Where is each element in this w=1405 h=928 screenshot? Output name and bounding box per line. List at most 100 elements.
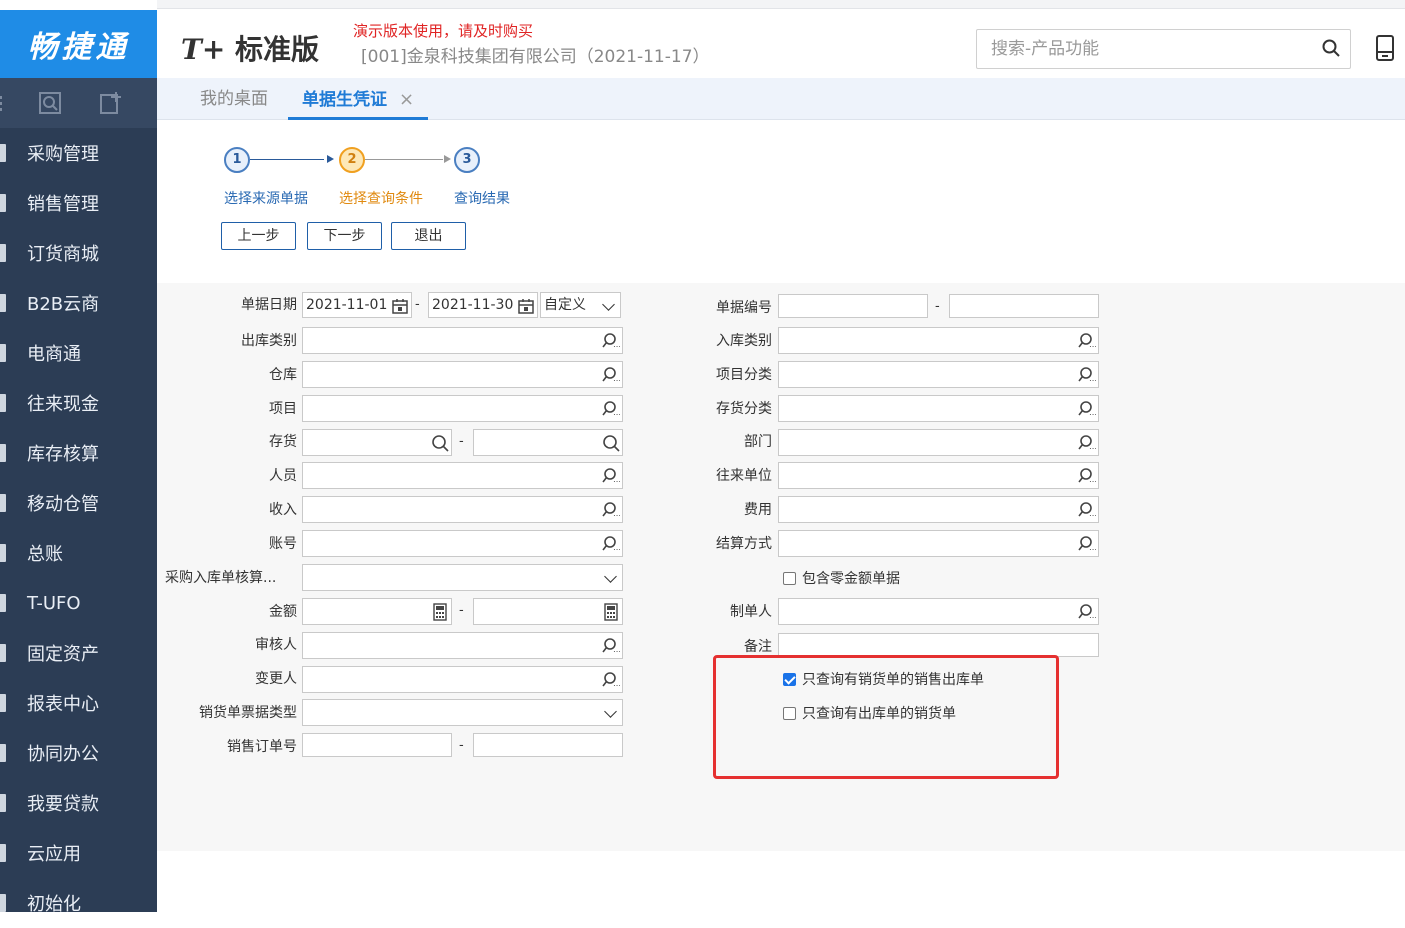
sidebar-item-init[interactable]: 初始化	[0, 878, 157, 928]
only-sales-out-checkbox[interactable]: 只查询有销货单的销售出库单	[783, 669, 984, 689]
remark-field[interactable]	[778, 633, 1099, 657]
staff-field[interactable]: ⋯	[302, 462, 623, 489]
partner-field[interactable]: ⋯	[778, 462, 1099, 489]
project-cat-field[interactable]: ⋯	[778, 361, 1099, 388]
lookup-icon[interactable]: ⋯	[1078, 535, 1096, 553]
inventory-to-field[interactable]	[473, 429, 623, 456]
exit-button[interactable]: 退出	[391, 222, 466, 250]
date-mode-select[interactable]: 自定义	[540, 292, 621, 318]
browser-bar	[157, 0, 1405, 9]
zero-amount-checkbox[interactable]: 包含零金额单据	[783, 568, 900, 588]
lookup-icon[interactable]: ⋯	[602, 400, 620, 418]
lookup-icon[interactable]: ⋯	[602, 671, 620, 689]
chevron-down-icon	[604, 570, 617, 583]
tab-voucher[interactable]: 单据生凭证 ×	[288, 78, 429, 120]
sidebar-item-inventory-accounting[interactable]: 库存核算	[0, 428, 157, 478]
checkbox-box[interactable]	[783, 706, 796, 720]
demo-notice[interactable]: 演示版本使用，请及时购买	[353, 20, 533, 41]
device-icon[interactable]	[1375, 35, 1395, 61]
inventory-cat-field[interactable]: ⋯	[778, 395, 1099, 422]
sidebar-item-tufo[interactable]: T-UFO	[0, 578, 157, 628]
lookup-icon[interactable]: ⋯	[602, 467, 620, 485]
in-type-field[interactable]: ⋯	[778, 327, 1099, 354]
purchase-check-select[interactable]	[302, 564, 623, 591]
checkbox-label: 包含零金额单据	[802, 571, 900, 587]
menu-icon[interactable]	[0, 92, 16, 114]
inventory-from-field[interactable]	[302, 429, 452, 456]
calendar-icon[interactable]	[391, 297, 409, 315]
calculator-icon[interactable]	[431, 603, 449, 621]
lookup-icon[interactable]: ⋯	[1078, 603, 1096, 621]
lookup-icon[interactable]: ⋯	[602, 501, 620, 519]
main-content: 1 2 3 选择来源单据 选择查询条件 查询结果 上一步 下一步 退出 单据日期…	[157, 120, 1405, 912]
lookup-icon[interactable]: ⋯	[602, 535, 620, 553]
auditor-field[interactable]: ⋯	[302, 632, 623, 659]
tab-desktop[interactable]: 我的桌面	[200, 78, 268, 117]
invoice-type-select[interactable]	[302, 699, 623, 726]
calculator-icon[interactable]	[602, 603, 620, 621]
checkbox-box[interactable]	[783, 571, 796, 585]
date-to-field[interactable]: 2021-11-30	[428, 292, 538, 318]
amount-from-field[interactable]	[302, 598, 452, 625]
range-dash: -	[415, 297, 420, 312]
next-button[interactable]: 下一步	[307, 222, 382, 250]
lookup-icon[interactable]: ⋯	[602, 637, 620, 655]
sidebar-item-label: 电商通	[27, 344, 81, 365]
sidebar-item-fixed-assets[interactable]: 固定资产	[0, 628, 157, 678]
settlement-field[interactable]: ⋯	[778, 530, 1099, 557]
purchase-check-label: 采购入库单核算...	[165, 570, 277, 586]
search-icon[interactable]	[431, 434, 449, 452]
close-icon[interactable]: ×	[399, 89, 414, 110]
amount-to-field[interactable]	[473, 598, 623, 625]
order-no-from-field[interactable]	[302, 733, 452, 757]
order-no-to-field[interactable]	[473, 733, 623, 757]
date-from-field[interactable]: 2021-11-01	[302, 292, 412, 318]
brand-name: 标准版	[235, 33, 320, 66]
creator-field[interactable]: ⋯	[778, 598, 1099, 625]
app-logo[interactable]: 畅捷通	[0, 10, 157, 78]
income-field[interactable]: ⋯	[302, 496, 623, 523]
search-icon[interactable]	[1322, 39, 1340, 57]
add-shortcut-icon[interactable]	[100, 92, 122, 114]
search-function-icon[interactable]	[39, 92, 61, 114]
warehouse-field[interactable]: ⋯	[302, 361, 623, 388]
out-type-field[interactable]: ⋯	[302, 327, 623, 354]
expense-label: 费用	[744, 502, 772, 518]
doc-no-from-field[interactable]	[778, 294, 928, 318]
lookup-icon[interactable]: ⋯	[1078, 366, 1096, 384]
modifier-field[interactable]: ⋯	[302, 666, 623, 693]
sidebar-item-cash[interactable]: 往来现金	[0, 378, 157, 428]
search-box[interactable]	[976, 29, 1351, 69]
account-field[interactable]: ⋯	[302, 530, 623, 557]
sidebar-item-reports[interactable]: 报表中心	[0, 678, 157, 728]
sidebar-item-collaboration[interactable]: 协同办公	[0, 728, 157, 778]
arrow-icon	[444, 155, 451, 163]
lookup-icon[interactable]: ⋯	[1078, 501, 1096, 519]
sidebar-item-ledger[interactable]: 总账	[0, 528, 157, 578]
sidebar-item-label: 销售管理	[27, 194, 99, 215]
lookup-icon[interactable]: ⋯	[602, 366, 620, 384]
lookup-icon[interactable]: ⋯	[1078, 467, 1096, 485]
sidebar-item-b2b[interactable]: B2B云商	[0, 278, 157, 328]
department-field[interactable]: ⋯	[778, 429, 1099, 456]
sidebar-item-cloud-apps[interactable]: 云应用	[0, 828, 157, 878]
sidebar-item-mobile-warehouse[interactable]: 移动仓管	[0, 478, 157, 528]
sidebar-item-loan[interactable]: 我要贷款	[0, 778, 157, 828]
only-sales-with-out-checkbox[interactable]: 只查询有出库单的销货单	[783, 703, 956, 723]
search-input[interactable]	[989, 36, 1313, 62]
sidebar-item-purchase[interactable]: 采购管理	[0, 128, 157, 178]
lookup-icon[interactable]: ⋯	[1078, 434, 1096, 452]
lookup-icon[interactable]: ⋯	[1078, 332, 1096, 350]
checkbox-box[interactable]	[783, 672, 796, 686]
doc-no-to-field[interactable]	[949, 294, 1099, 318]
calendar-icon[interactable]	[517, 297, 535, 315]
sidebar-item-sales[interactable]: 销售管理	[0, 178, 157, 228]
lookup-icon[interactable]: ⋯	[1078, 400, 1096, 418]
sidebar-item-ecommerce[interactable]: 电商通	[0, 328, 157, 378]
prev-button[interactable]: 上一步	[221, 222, 296, 250]
sidebar-item-ordermall[interactable]: 订货商城	[0, 228, 157, 278]
project-field[interactable]: ⋯	[302, 395, 623, 422]
lookup-icon[interactable]: ⋯	[602, 332, 620, 350]
expense-field[interactable]: ⋯	[778, 496, 1099, 523]
search-icon[interactable]	[602, 434, 620, 452]
